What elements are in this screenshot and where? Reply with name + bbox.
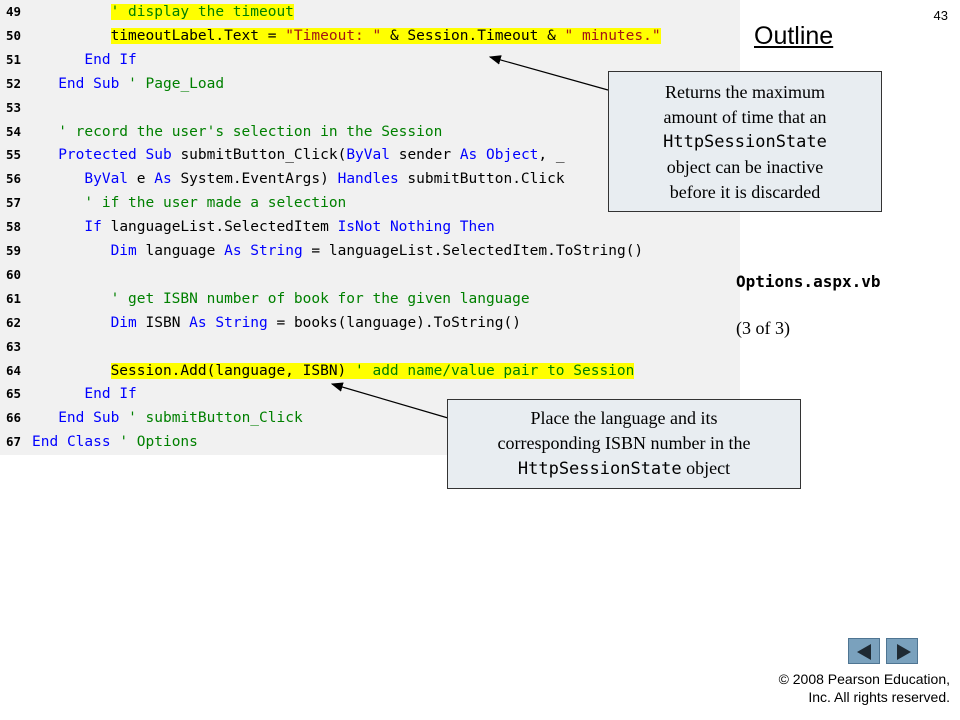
arrow-to-line-50	[488, 55, 609, 91]
session-add-callout: Place the language and its corresponding…	[447, 399, 801, 489]
triangle-right-icon	[897, 644, 911, 660]
arrow-to-line-64	[330, 382, 449, 419]
copyright-line: Inc. All rights reserved.	[808, 689, 950, 705]
next-slide-button[interactable]	[886, 638, 918, 664]
callout-text: object	[686, 458, 731, 478]
callout-text: amount of time that an	[663, 107, 827, 127]
callout-text: HttpSessionState object	[458, 456, 790, 482]
callout-text: Place the language and its	[530, 408, 718, 428]
previous-slide-button[interactable]	[848, 638, 880, 664]
callout-code-text: HttpSessionState	[517, 459, 682, 479]
copyright-notice: © 2008 Pearson Education, Inc. All right…	[779, 670, 950, 706]
callout-text: object can be inactive	[666, 157, 824, 177]
callout-code-text: HttpSessionState	[663, 132, 827, 152]
triangle-left-icon	[857, 644, 871, 660]
callout-text: corresponding ISBN number in the	[497, 433, 751, 453]
callout-text: Returns the maximum	[665, 82, 825, 102]
copyright-line: © 2008 Pearson Education,	[778, 671, 950, 687]
timeout-callout: Returns the maximum amount of time that …	[608, 71, 882, 212]
callout-text: before it is discarded	[669, 182, 821, 202]
